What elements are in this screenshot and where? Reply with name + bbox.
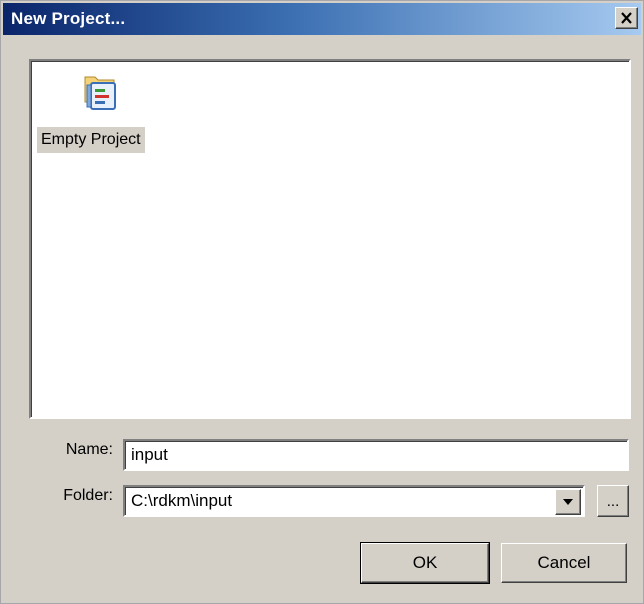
title-bar[interactable]: New Project... xyxy=(3,3,641,35)
project-item-label: Empty Project xyxy=(37,127,145,153)
folder-combobox[interactable]: C:\rdkm\input xyxy=(123,485,585,517)
folder-value: C:\rdkm\input xyxy=(131,491,233,510)
project-type-list[interactable]: Empty Project xyxy=(29,59,631,419)
name-input[interactable]: input xyxy=(123,439,629,471)
close-icon xyxy=(621,12,632,24)
dialog-title: New Project... xyxy=(11,9,126,28)
folder-dropdown-button[interactable] xyxy=(555,489,581,515)
new-project-dialog: New Project... Empty Project Name: input… xyxy=(0,0,644,604)
ok-button[interactable]: OK xyxy=(360,542,490,584)
chevron-down-icon xyxy=(563,499,573,505)
empty-project-icon xyxy=(84,76,116,110)
project-item-empty-project[interactable]: Empty Project xyxy=(37,71,163,155)
cancel-button[interactable]: Cancel xyxy=(501,543,627,583)
folder-label: Folder: xyxy=(63,487,113,504)
close-button[interactable] xyxy=(615,7,638,29)
browse-button[interactable]: ... xyxy=(597,485,629,517)
name-label: Name: xyxy=(65,441,113,458)
